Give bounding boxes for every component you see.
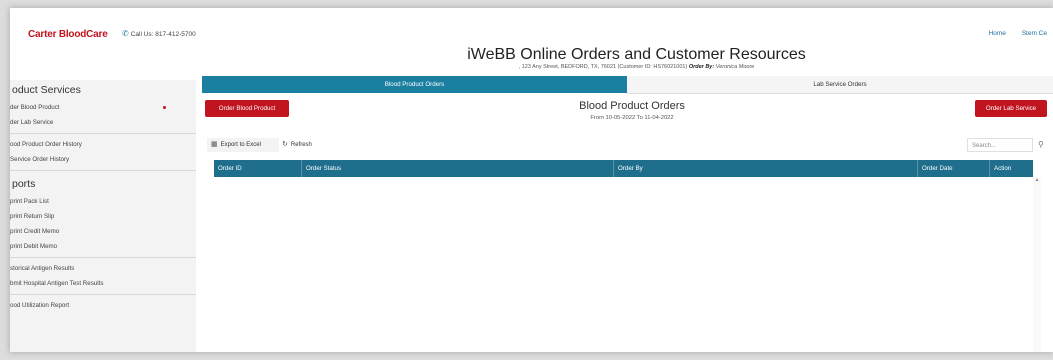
search-input[interactable]: Search...: [967, 138, 1033, 152]
order-blood-product-button[interactable]: Order Blood Product: [205, 100, 289, 117]
sidebar-heading-product-services: oduct Services: [12, 84, 81, 96]
sidebar-divider: [10, 170, 196, 171]
date-range: From 10-05-2022 To 11-04-2022: [590, 115, 674, 121]
sidebar-item-submit-hospital-antigen-results[interactable]: bmit Hospital Antigen Test Results: [10, 276, 196, 291]
column-order-status[interactable]: Order Status: [301, 160, 613, 177]
main-content: Blood Product Orders Lab Service Orders …: [202, 76, 1053, 352]
phone-contact: ✆ Call Us: 817-412-5700: [122, 29, 196, 38]
sidebar-divider: [10, 257, 196, 258]
order-by-value: Veronica Moore: [715, 64, 755, 70]
sidebar-item-reprint-debit-memo[interactable]: print Debit Memo: [10, 239, 196, 254]
nav-stem-cell[interactable]: Stem Ce: [1022, 30, 1047, 37]
search-icon[interactable]: ⚲: [1038, 138, 1044, 152]
sidebar-divider: [10, 133, 196, 134]
sidebar-item-order-blood-product[interactable]: der Blood Product: [10, 100, 196, 115]
sidebar-item-blood-product-order-history[interactable]: ood Product Order History: [10, 137, 196, 152]
sidebar-item-reprint-credit-memo[interactable]: print Credit Memo: [10, 224, 196, 239]
tab-lab-service-orders[interactable]: Lab Service Orders: [627, 76, 1053, 94]
refresh-icon: ↻: [282, 141, 288, 148]
phone-icon: ✆: [122, 29, 129, 38]
section-title: Blood Product Orders: [579, 100, 685, 112]
table-scrollbar[interactable]: ▲: [1033, 177, 1041, 352]
phone-text: Call Us: 817-412-5700: [130, 31, 196, 38]
top-nav: Home Stem Ce: [975, 30, 1047, 37]
order-lab-service-button[interactable]: Order Lab Service: [975, 100, 1047, 117]
sidebar-heading-reports: ports: [12, 178, 36, 190]
column-order-by[interactable]: Order By: [613, 160, 917, 177]
sidebar-item-historical-antigen-results[interactable]: storical Antigen Results: [10, 261, 196, 276]
nav-home[interactable]: Home: [989, 30, 1006, 37]
excel-icon: ▦: [211, 141, 218, 148]
sidebar-item-label: der Blood Product: [10, 104, 60, 111]
brand-logo[interactable]: Carter BloodCare: [28, 29, 108, 40]
orders-table-header: Order ID Order Status Order By Order Dat…: [214, 160, 1033, 177]
refresh-button[interactable]: ↻ Refresh: [278, 138, 324, 152]
app-window: Carter BloodCare ✆ Call Us: 817-412-5700 …: [10, 8, 1053, 352]
customer-address: , 123 Any Street, BEDFORD, TX, 76021 (Cu…: [518, 64, 688, 70]
column-order-date[interactable]: Order Date: [917, 160, 989, 177]
order-by-label: Order By:: [688, 64, 715, 70]
column-action[interactable]: Action: [989, 160, 1033, 177]
sidebar-item-lab-service-order-history[interactable]: Service Order History: [10, 152, 196, 167]
top-bar: Carter BloodCare ✆ Call Us: 817-412-5700 …: [10, 8, 1053, 70]
tab-blood-product-orders[interactable]: Blood Product Orders: [202, 76, 627, 93]
order-tabs: Blood Product Orders Lab Service Orders: [202, 76, 1053, 94]
orders-table-body: [214, 177, 1033, 352]
sidebar-item-reprint-pack-list[interactable]: print Pack List: [10, 194, 196, 209]
export-label: Export to Excel: [220, 142, 261, 148]
sidebar-divider: [10, 294, 196, 295]
customer-info: , 123 Any Street, BEDFORD, TX, 76021 (Cu…: [10, 64, 1053, 70]
page-title: iWeBB Online Orders and Customer Resourc…: [467, 46, 806, 63]
sidebar: oduct Services der Blood Product der Lab…: [10, 80, 196, 352]
active-indicator-dot: [163, 106, 166, 109]
column-order-id[interactable]: Order ID: [214, 160, 301, 177]
export-to-excel-button[interactable]: ▦ Export to Excel: [207, 138, 279, 152]
refresh-label: Refresh: [290, 142, 312, 148]
sidebar-item-reprint-return-slip[interactable]: print Return Slip: [10, 209, 196, 224]
sidebar-item-blood-utilization-report[interactable]: ood Utilization Report: [10, 298, 196, 313]
sidebar-item-order-lab-service[interactable]: der Lab Service: [10, 115, 196, 130]
scroll-up-arrow[interactable]: ▲: [1033, 177, 1041, 183]
